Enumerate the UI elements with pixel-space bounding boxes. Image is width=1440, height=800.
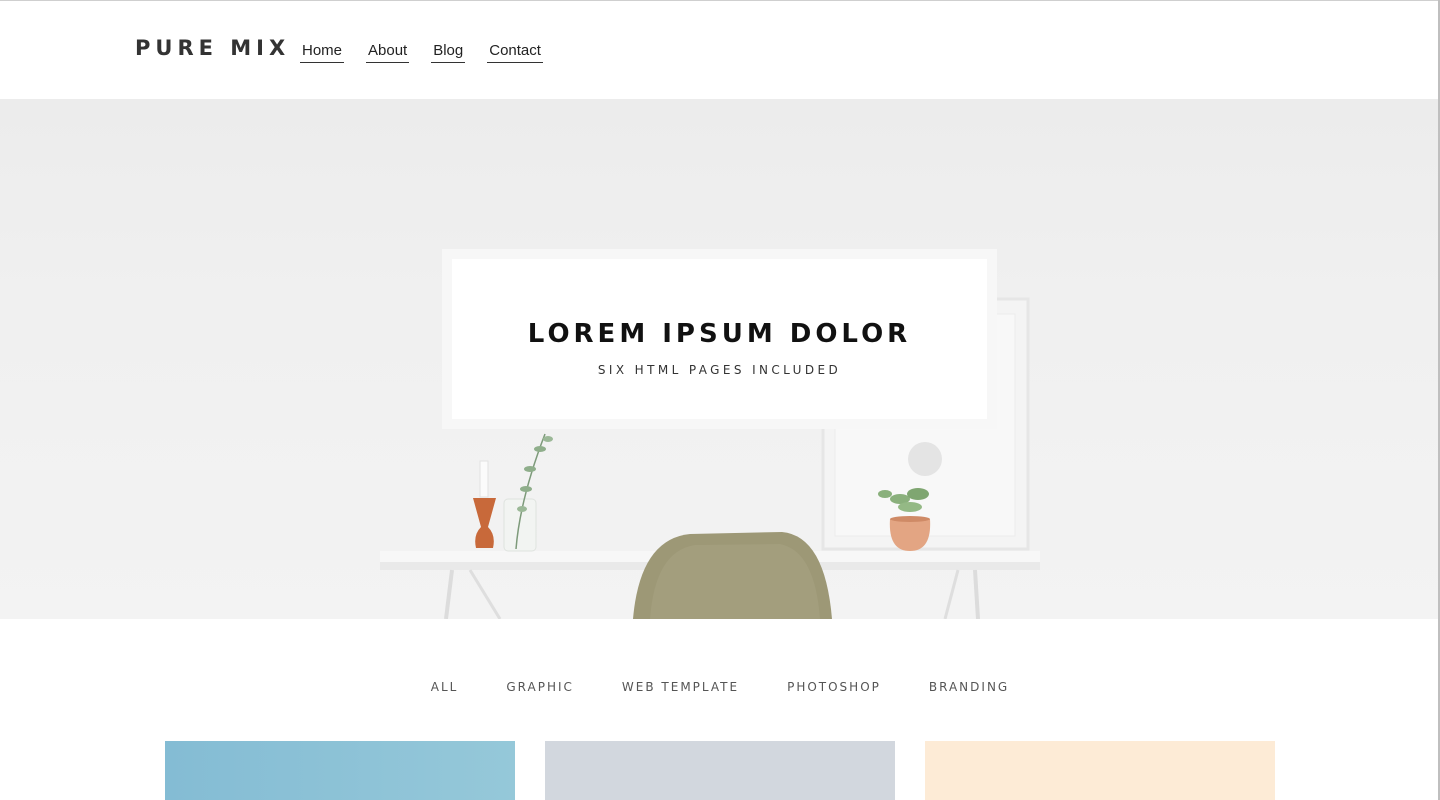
filter-branding[interactable]: BRANDING — [929, 680, 1009, 694]
nav-link-contact[interactable]: Contact — [487, 42, 543, 63]
filter-graphic[interactable]: GRAPHIC — [506, 680, 574, 694]
portfolio-filter-bar: ALL GRAPHIC WEB TEMPLATE PHOTOSHOP BRAND… — [0, 680, 1440, 694]
filter-all[interactable]: ALL — [431, 680, 459, 694]
window-top-border — [0, 0, 1440, 1]
nav-link-about[interactable]: About — [366, 42, 410, 63]
portfolio-card[interactable] — [925, 741, 1275, 800]
hero-subtitle: SIX HTML PAGES INCLUDED — [597, 363, 842, 377]
portfolio-card[interactable] — [165, 741, 515, 800]
hero-banner: LOREM IPSUM DOLOR SIX HTML PAGES INCLUDE… — [0, 99, 1440, 619]
site-logo[interactable]: PURE MIX — [135, 36, 290, 60]
filter-web-template[interactable]: WEB TEMPLATE — [622, 680, 739, 694]
portfolio-card[interactable] — [545, 741, 895, 800]
site-header: PURE MIX Home About Blog Contact — [0, 0, 1440, 99]
nav-link-home[interactable]: Home — [300, 42, 345, 63]
hero-caption-frame: LOREM IPSUM DOLOR SIX HTML PAGES INCLUDE… — [442, 249, 997, 429]
hero-caption-box: LOREM IPSUM DOLOR SIX HTML PAGES INCLUDE… — [452, 259, 987, 419]
main-nav: Home About Blog Contact — [300, 42, 565, 63]
nav-link-blog[interactable]: Blog — [431, 42, 466, 63]
hero-title: LOREM IPSUM DOLOR — [527, 319, 912, 349]
filter-photoshop[interactable]: PHOTOSHOP — [787, 680, 881, 694]
